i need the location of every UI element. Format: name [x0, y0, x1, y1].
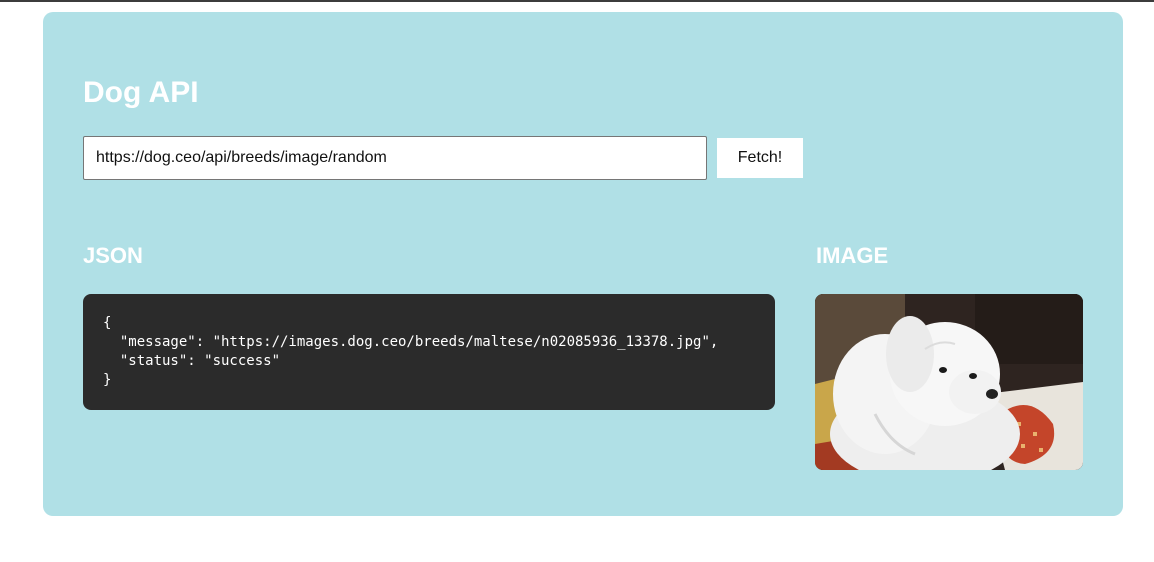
url-input[interactable] — [83, 136, 707, 180]
json-heading: JSON — [83, 243, 143, 268]
fetch-button[interactable]: Fetch! — [717, 138, 803, 178]
image-heading: IMAGE — [816, 243, 889, 268]
dog-illustration — [815, 294, 1083, 470]
json-text: { "message": "https://images.dog.ceo/bre… — [103, 315, 719, 388]
page-title: Dog API — [83, 76, 199, 109]
app-card: Dog API Fetch! JSON IMAGE { "message": "… — [43, 12, 1123, 516]
dog-image — [815, 294, 1083, 470]
top-border — [0, 0, 1154, 2]
json-output: { "message": "https://images.dog.ceo/bre… — [83, 294, 775, 410]
